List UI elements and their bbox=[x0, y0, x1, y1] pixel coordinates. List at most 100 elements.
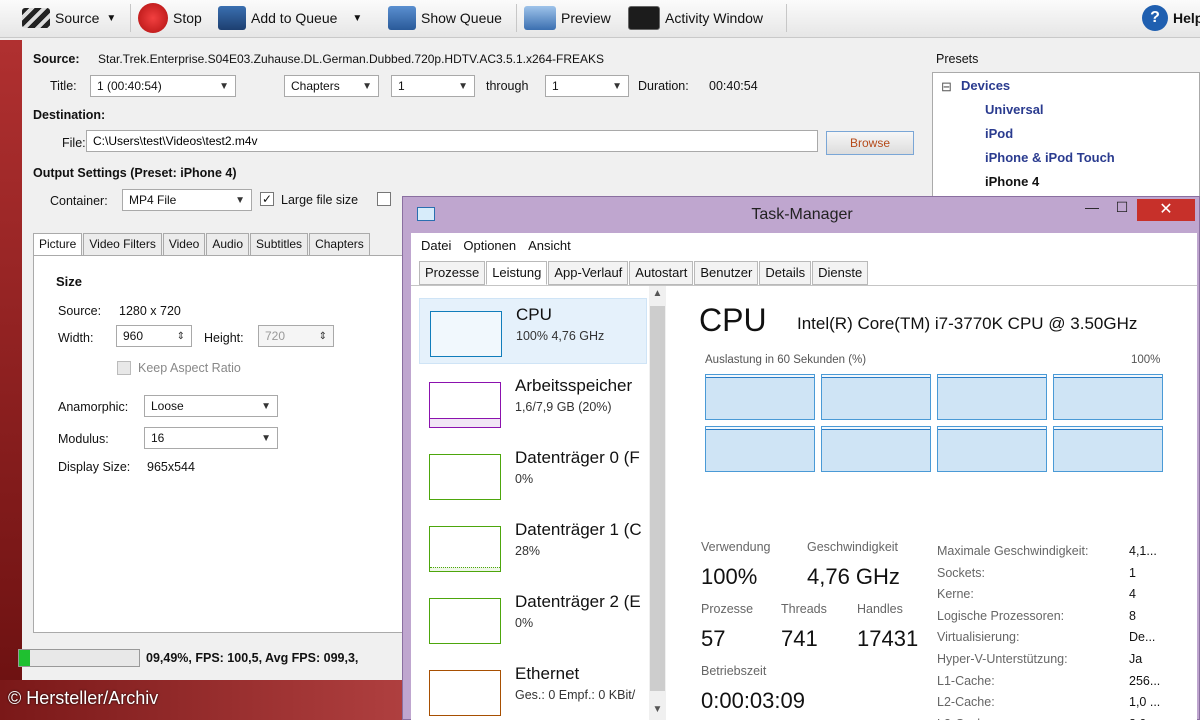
cpu-info-label: Sockets: bbox=[937, 565, 985, 580]
modulus-select[interactable]: 16 ▼ bbox=[144, 427, 278, 449]
tab-picture[interactable]: Picture bbox=[33, 233, 83, 256]
core-utilization-graph bbox=[705, 426, 815, 472]
large-file-checkbox[interactable]: ✓ bbox=[260, 192, 274, 206]
core-utilization-fill bbox=[706, 377, 814, 419]
width-stepper[interactable]: 960 ⇕ bbox=[116, 325, 192, 347]
web-optimized-checkbox[interactable] bbox=[377, 192, 391, 206]
output-settings-heading: Output Settings (Preset: iPhone 4) bbox=[33, 166, 237, 180]
chevron-down-icon: ▼ bbox=[458, 80, 468, 92]
tab-prozesse[interactable]: Prozesse bbox=[419, 261, 486, 285]
sidebar-item-memory[interactable]: Arbeitsspeicher 1,6/7,9 GB (20%) bbox=[419, 370, 647, 436]
keep-aspect-label: Keep Aspect Ratio bbox=[138, 361, 241, 375]
menu-bar: Datei Optionen Ansicht bbox=[411, 233, 1197, 257]
sidebar-item-detail: 100% 4,76 GHz bbox=[516, 329, 605, 343]
core-utilization-graph bbox=[1053, 426, 1163, 472]
usage-value: 100% bbox=[701, 564, 758, 589]
utilization-max: 100% bbox=[1131, 354, 1161, 366]
sidebar-item-ethernet[interactable]: Ethernet Ges.: 0 Empf.: 0 KBit/ bbox=[419, 658, 647, 720]
keep-aspect-checkbox[interactable] bbox=[117, 361, 131, 375]
browse-button[interactable]: Browse bbox=[826, 131, 914, 155]
preset-item-selected[interactable]: iPhone 4 bbox=[985, 174, 1039, 189]
sidebar-item-cpu[interactable]: CPU 100% 4,76 GHz bbox=[419, 298, 647, 364]
tab-details[interactable]: Details bbox=[759, 261, 812, 285]
tab-audio[interactable]: Audio bbox=[206, 233, 250, 255]
queue-icon bbox=[388, 6, 416, 30]
cpu-info-value: De... bbox=[1129, 630, 1156, 645]
chevron-down-icon[interactable]: ▼ bbox=[649, 704, 666, 720]
tab-leistung[interactable]: Leistung bbox=[486, 261, 548, 285]
cpu-info-value: Ja bbox=[1129, 652, 1143, 666]
preview-button[interactable]: Preview bbox=[524, 4, 611, 32]
anamorphic-select[interactable]: Loose ▼ bbox=[144, 395, 278, 417]
cpu-info-label: L2-Cache: bbox=[937, 695, 995, 710]
sidebar-item-disk-2[interactable]: Datenträger 2 (E 0% bbox=[419, 586, 647, 652]
show-queue-button[interactable]: Show Queue bbox=[388, 4, 502, 32]
chevron-down-icon: ▼ bbox=[106, 12, 117, 24]
cpu-mini-graph bbox=[430, 311, 502, 357]
cpu-info-label: Logische Prozessoren: bbox=[937, 608, 1065, 623]
size-heading: Size bbox=[56, 274, 83, 289]
chapters-mode-select[interactable]: Chapters ▼ bbox=[284, 75, 379, 97]
help-button[interactable]: ? Help bbox=[1142, 4, 1200, 32]
task-manager-titlebar[interactable]: Task-Manager — ☐ ✕ bbox=[403, 197, 1200, 233]
tab-chapters[interactable]: Chapters bbox=[309, 233, 370, 255]
chapter-start-select[interactable]: 1 ▼ bbox=[391, 75, 475, 97]
core-utilization-fill bbox=[822, 377, 930, 419]
minimize-icon: — bbox=[1085, 199, 1099, 215]
tab-autostart[interactable]: Autostart bbox=[629, 261, 694, 285]
tab-dienste[interactable]: Dienste bbox=[812, 261, 869, 285]
tab-subtitles[interactable]: Subtitles bbox=[250, 233, 309, 255]
core-utilization-graph bbox=[1053, 374, 1163, 420]
source-button[interactable]: Source ▼ bbox=[22, 4, 116, 32]
container-select[interactable]: MP4 File ▼ bbox=[122, 189, 252, 211]
add-queue-icon bbox=[218, 6, 246, 30]
threads-label: Threads bbox=[781, 602, 827, 616]
core-utilization-graph bbox=[937, 426, 1047, 472]
container-label: Container: bbox=[50, 194, 108, 208]
modulus-label: Modulus: bbox=[58, 432, 109, 446]
menu-datei[interactable]: Datei bbox=[421, 238, 451, 253]
preview-label: Preview bbox=[561, 10, 611, 26]
through-label: through bbox=[486, 79, 529, 93]
preset-item[interactable]: iPhone & iPod Touch bbox=[985, 150, 1115, 165]
minimize-button[interactable]: — bbox=[1077, 199, 1107, 221]
destination-file-input[interactable] bbox=[86, 130, 818, 152]
cpu-info-value: 8 bbox=[1129, 608, 1136, 623]
scrollbar-thumb[interactable] bbox=[650, 306, 665, 691]
preset-group-devices[interactable]: Devices bbox=[961, 78, 1010, 93]
close-button[interactable]: ✕ bbox=[1137, 199, 1195, 221]
tab-video[interactable]: Video bbox=[162, 233, 206, 255]
menu-optionen[interactable]: Optionen bbox=[463, 238, 516, 253]
activity-window-button[interactable]: Activity Window bbox=[628, 4, 763, 32]
sidebar-scrollbar[interactable]: ▲ ▼ bbox=[649, 286, 666, 720]
disk-1-mini-fill bbox=[430, 567, 500, 571]
sidebar-item-disk-0[interactable]: Datenträger 0 (F 0% bbox=[419, 442, 647, 508]
maximize-button[interactable]: ☐ bbox=[1107, 199, 1137, 221]
sidebar-item-disk-1[interactable]: Datenträger 1 (C 28% bbox=[419, 514, 647, 580]
cpu-info-label: Kerne: bbox=[937, 587, 974, 602]
duration-label: Duration: bbox=[638, 79, 689, 93]
height-stepper[interactable]: 720 ⇕ bbox=[258, 325, 334, 347]
preset-item[interactable]: Universal bbox=[985, 102, 1044, 117]
title-select[interactable]: 1 (00:40:54) ▼ bbox=[90, 75, 236, 97]
stop-button[interactable]: Stop bbox=[138, 3, 202, 33]
tab-video-filters[interactable]: Video Filters bbox=[83, 233, 162, 255]
tab-app-verlauf[interactable]: App-Verlauf bbox=[548, 261, 629, 285]
chevron-up-icon[interactable]: ▲ bbox=[649, 288, 666, 304]
display-size-value: 965x544 bbox=[147, 460, 195, 474]
preset-item[interactable]: iPod bbox=[985, 126, 1013, 141]
processes-label: Prozesse bbox=[701, 602, 754, 616]
stop-button-label: Stop bbox=[173, 10, 202, 26]
tab-benutzer[interactable]: Benutzer bbox=[694, 261, 759, 285]
stepper-arrows-icon[interactable]: ⇕ bbox=[177, 331, 185, 342]
clapperboard-icon bbox=[22, 8, 50, 28]
anamorphic-label: Anamorphic: bbox=[58, 400, 129, 414]
menu-ansicht[interactable]: Ansicht bbox=[528, 238, 571, 253]
add-to-queue-button[interactable]: Add to Queue ▼ bbox=[218, 4, 362, 32]
core-utilization-graph bbox=[705, 374, 815, 420]
collapse-icon[interactable]: ⊟ bbox=[941, 79, 952, 95]
activity-window-label: Activity Window bbox=[665, 10, 764, 26]
toolbar-separator bbox=[516, 4, 517, 32]
chapter-end-select[interactable]: 1 ▼ bbox=[545, 75, 629, 97]
speed-value: 4,76 GHz bbox=[807, 564, 900, 589]
